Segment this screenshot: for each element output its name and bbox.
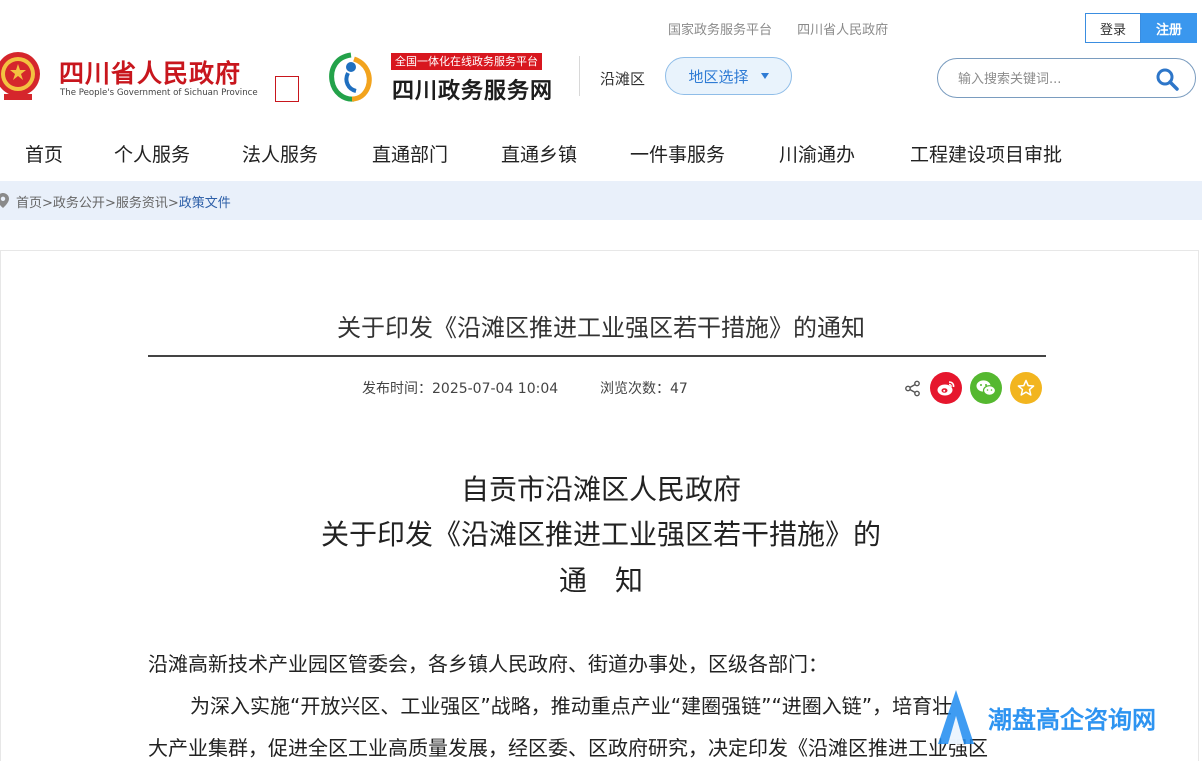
- service-title[interactable]: 四川政务服务网: [392, 73, 553, 105]
- publish-time: 2025-07-04 10:04: [432, 381, 559, 397]
- document-paragraph-line: 大产业集群，促进全区工业高质量发展，经区委、区政府研究，决定印发《沿滩区推进工业…: [148, 736, 988, 760]
- star-icon: [1017, 379, 1035, 396]
- favorite-button[interactable]: [1010, 372, 1042, 404]
- seal-logo: [275, 76, 299, 102]
- breadcrumb-service-news[interactable]: 服务资讯: [116, 196, 168, 211]
- document-title: 关于印发《沿滩区推进工业强区若干措施》的: [320, 518, 881, 551]
- views-counter: 浏览次数：47: [600, 381, 688, 397]
- nav-construction-approval[interactable]: 工程建设项目审批: [910, 140, 1062, 167]
- search-input[interactable]: [956, 68, 1150, 90]
- search-box: [937, 58, 1196, 98]
- nav-home[interactable]: 首页: [25, 140, 63, 167]
- current-region: 沿滩区: [600, 70, 646, 88]
- weibo-share-button[interactable]: [930, 372, 962, 404]
- top-links: 国家政务服务平台 四川省人民政府: [668, 19, 909, 38]
- login-button[interactable]: 登录: [1085, 13, 1141, 43]
- nav-legal-entity-services[interactable]: 法人服务: [242, 140, 318, 167]
- location-pin-icon: [0, 193, 9, 208]
- auth-buttons: 登录 注册: [1085, 13, 1197, 43]
- search-icon[interactable]: [1155, 67, 1179, 91]
- top-link-national-platform[interactable]: 国家政务服务平台: [668, 23, 772, 38]
- nav-townships[interactable]: 直通乡镇: [501, 140, 577, 167]
- article-title: 关于印发《沿滩区推进工业强区若干措施》的通知: [337, 314, 865, 342]
- gov-title[interactable]: 四川省人民政府: [59, 54, 241, 90]
- breadcrumb-bar: 首页>政务公开>服务资讯>政策文件: [0, 181, 1202, 220]
- weibo-icon: [937, 381, 955, 396]
- publish-label: 发布时间：: [362, 381, 432, 397]
- nav-sichuan-chongqing[interactable]: 川渝通办: [779, 140, 855, 167]
- region-select-label: 地区选择: [688, 67, 749, 86]
- document-addressee: 沿滩高新技术产业园区管委会，各乡镇人民政府、街道办事处，区级各部门：: [148, 652, 828, 676]
- header-divider: [579, 56, 580, 96]
- nav-departments[interactable]: 直通部门: [372, 140, 448, 167]
- service-platform-tag: 全国一体化在线政务服务平台: [391, 53, 542, 70]
- nav-personal-services[interactable]: 个人服务: [114, 140, 190, 167]
- region-select-button[interactable]: 地区选择: [665, 57, 792, 95]
- document-title-notice: 通 知: [558, 564, 643, 597]
- service-network-logo-icon: [329, 52, 372, 102]
- document-paragraph-line: 为深入实施“开放兴区、工业强区”战略，推动重点产业“建圈强链”“进圈入链”，培育…: [190, 694, 953, 718]
- caret-down-icon: [760, 73, 769, 79]
- title-divider: [148, 355, 1046, 357]
- wechat-share-button[interactable]: [970, 372, 1002, 404]
- wechat-icon: [976, 380, 997, 396]
- breadcrumb-home[interactable]: 首页: [16, 196, 42, 211]
- main-nav: 首页 个人服务 法人服务 直通部门 直通乡镇 一件事服务 川渝通办 工程建设项目…: [0, 123, 1202, 179]
- nav-one-thing-service[interactable]: 一件事服务: [630, 140, 725, 167]
- top-link-sichuan-gov[interactable]: 四川省人民政府: [797, 23, 888, 38]
- register-button[interactable]: 注册: [1141, 13, 1197, 43]
- breadcrumb: 首页>政务公开>服务资讯>政策文件: [16, 196, 231, 211]
- breadcrumb-current[interactable]: 政策文件: [179, 196, 231, 211]
- article-meta: 发布时间：2025-07-04 10:04 浏览次数：47: [362, 378, 688, 398]
- header: 国家政务服务平台 四川省人民政府 登录 注册 四川省人民政府 The Peopl…: [0, 0, 1202, 110]
- gov-subtitle: The People's Government of Sichuan Provi…: [60, 88, 258, 98]
- document-issuer: 自贡市沿滩区人民政府: [460, 473, 741, 506]
- share-icon[interactable]: [904, 380, 921, 397]
- views-count: 47: [670, 381, 688, 397]
- national-emblem-icon: [0, 52, 40, 100]
- watermark-text: 潮盘高企咨询网: [988, 705, 1156, 734]
- breadcrumb-gov-affairs[interactable]: 政务公开: [53, 196, 105, 211]
